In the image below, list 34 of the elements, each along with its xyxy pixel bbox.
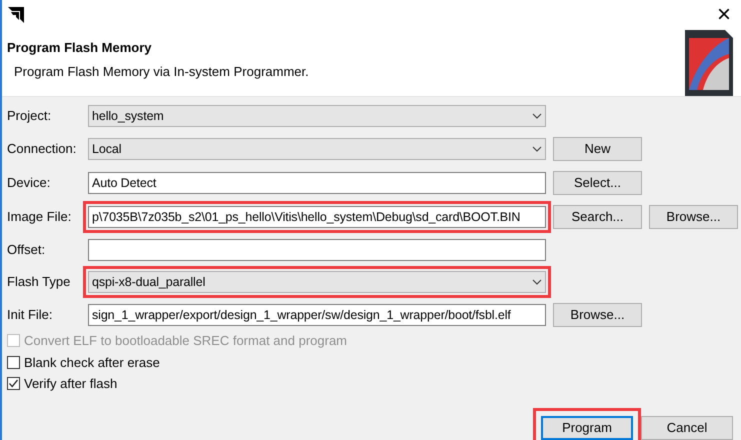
dialog-button[interactable]: Browse... bbox=[553, 303, 642, 327]
chevron-down-icon bbox=[532, 279, 542, 285]
field-label: Connection: bbox=[7, 141, 78, 157]
logo-icon bbox=[8, 7, 24, 23]
dialog-button[interactable]: Program bbox=[541, 416, 633, 440]
dialog-button[interactable]: Select... bbox=[553, 171, 642, 195]
checkbox-label: Verify after flash bbox=[24, 376, 118, 392]
dialog-button[interactable]: Cancel bbox=[641, 416, 733, 440]
dialog-button[interactable]: Search... bbox=[553, 205, 642, 229]
input-field[interactable]: p\7035B\7z035b_s2\01_ps_hello\Vitis\hello_system\Debug\sd_card\BOOT.BIN bbox=[88, 206, 546, 228]
dropdown[interactable]: Local bbox=[88, 138, 546, 160]
checkbox-label: Convert ELF to bootloadable SREC format and program bbox=[24, 333, 348, 349]
input-field[interactable] bbox=[88, 239, 546, 261]
input-field[interactable]: sign_1_wrapper/export/design_1_wrapper/sw/design_1_wrapper/boot/fsbl.elf bbox=[88, 304, 546, 326]
close-button[interactable]: × bbox=[714, 3, 733, 27]
field-label: Flash Type bbox=[7, 274, 72, 290]
field-label: Project: bbox=[7, 108, 52, 124]
memory-card-icon bbox=[683, 28, 735, 98]
input-field[interactable]: Auto Detect bbox=[88, 172, 546, 194]
dialog-button[interactable]: New bbox=[553, 137, 642, 161]
checkbox-label: Blank check after erase bbox=[24, 354, 160, 370]
field-label: Offset: bbox=[7, 242, 46, 258]
chevron-down-icon bbox=[532, 113, 542, 119]
dialog-title: Program Flash Memory bbox=[7, 40, 152, 56]
chevron-down-icon bbox=[532, 146, 542, 152]
dropdown[interactable]: hello_system bbox=[88, 105, 546, 127]
field-label: Init File: bbox=[7, 307, 54, 323]
checkbox[interactable] bbox=[7, 377, 20, 390]
field-label: Image File: bbox=[7, 209, 72, 225]
dialog-button[interactable]: Browse... bbox=[649, 205, 738, 229]
dialog-description: Program Flash Memory via In-system Programmer. bbox=[14, 64, 310, 80]
dropdown[interactable]: qspi-x8-dual_parallel bbox=[88, 271, 546, 293]
checkbox[interactable] bbox=[7, 356, 20, 369]
field-label: Device: bbox=[7, 175, 52, 191]
